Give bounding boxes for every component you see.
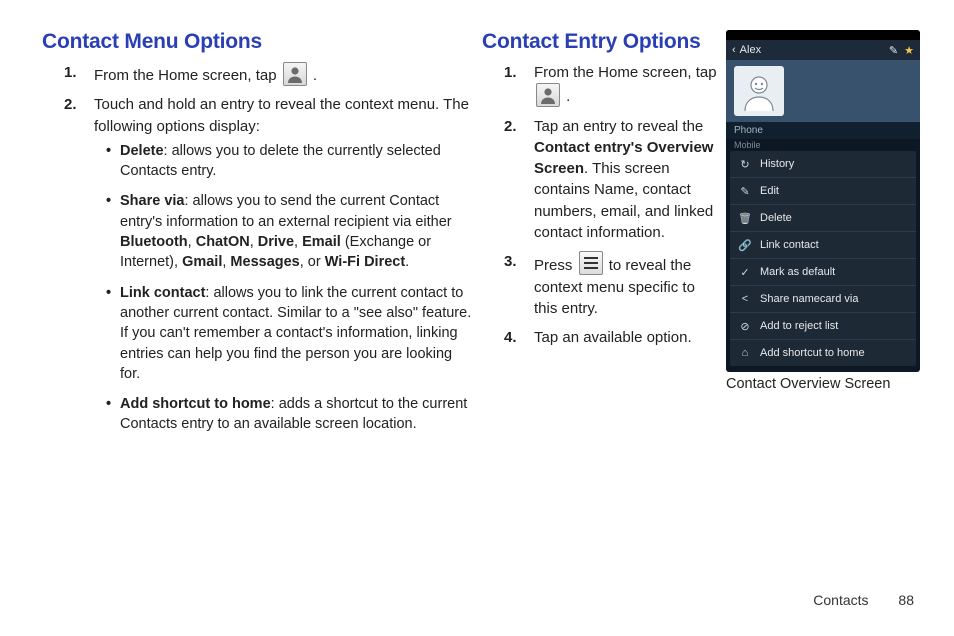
menu-item-edit[interactable]: ✎ Edit	[730, 178, 916, 205]
menu-item-delete[interactable]: 🗑 Delete	[730, 205, 916, 232]
phone-mobile-label: Mobile	[726, 139, 920, 150]
pencil-icon: ✎	[738, 184, 752, 198]
step-text: Tap an available option.	[534, 329, 692, 346]
bullet-add-shortcut: Add shortcut to home: adds a shortcut to…	[108, 394, 472, 435]
home-icon: ⌂	[738, 346, 752, 360]
right-step-4: Tap an available option.	[504, 327, 720, 348]
right-column: Contact Entry Options From the Home scre…	[482, 30, 924, 636]
bold-wifi-direct: Wi-Fi Direct	[325, 254, 405, 270]
bold-messages: Messages	[230, 254, 299, 270]
menu-item-add-reject[interactable]: ⊘ Add to reject list	[730, 313, 916, 340]
avatar	[734, 66, 784, 116]
footer-section: Contacts	[813, 592, 868, 608]
reject-icon: ⊘	[738, 319, 752, 333]
menu-label: Share namecard via	[760, 293, 858, 305]
step-text: Tap an entry to reveal the	[534, 118, 703, 135]
heading-contact-menu-options: Contact Menu Options	[42, 30, 472, 54]
bullet-link-contact: Link contact: allows you to link the cur…	[108, 283, 472, 384]
history-icon: ↻	[738, 157, 752, 171]
bullet-text: : allows you to delete the currently sel…	[120, 143, 441, 179]
menu-label: Delete	[760, 212, 792, 224]
menu-label: Add to reject list	[760, 320, 838, 332]
link-icon: 🔗	[738, 238, 752, 252]
bold-gmail: Gmail	[182, 254, 222, 270]
step-text: From the Home screen, tap	[534, 64, 717, 81]
bullet-label: Add shortcut to home	[120, 396, 271, 412]
menu-item-add-shortcut[interactable]: ⌂ Add shortcut to home	[730, 340, 916, 366]
menu-item-share-namecard[interactable]: < Share namecard via	[730, 286, 916, 313]
right-steps: From the Home screen, tap . Tap an entry…	[482, 62, 720, 357]
phone-caption: Contact Overview Screen	[726, 376, 920, 392]
contacts-icon	[283, 62, 307, 86]
right-step-3: Press to reveal the context menu specifi…	[504, 251, 720, 319]
phone-section-phone: Phone	[726, 122, 920, 139]
bold-chaton: ChatON	[196, 234, 250, 250]
menu-item-history[interactable]: ↻ History	[730, 151, 916, 178]
right-step-1: From the Home screen, tap .	[504, 62, 720, 108]
menu-icon	[579, 251, 603, 275]
menu-label: Mark as default	[760, 266, 835, 278]
step-text: From the Home screen, tap	[94, 67, 277, 84]
menu-label: Link contact	[760, 239, 819, 251]
share-icon: <	[738, 292, 752, 306]
left-step-2: Touch and hold an entry to reveal the co…	[64, 94, 472, 434]
step-text: Press	[534, 257, 572, 274]
contact-name: Alex	[740, 44, 761, 56]
bold-drive: Drive	[258, 234, 294, 250]
bullet-label: Delete	[120, 143, 164, 159]
bullet-label: Link contact	[120, 285, 205, 301]
left-steps: From the Home screen, tap . Touch and ho…	[42, 62, 472, 445]
edit-pencil-icon[interactable]: ✎	[889, 44, 898, 57]
menu-label: Add shortcut to home	[760, 347, 865, 359]
bullet-delete: Delete: allows you to delete the current…	[108, 141, 472, 182]
trash-icon: 🗑	[738, 211, 752, 225]
phone-status-bar	[726, 30, 920, 40]
page-footer: Contacts 88	[813, 592, 914, 608]
left-step-1: From the Home screen, tap .	[64, 62, 472, 86]
heading-contact-entry-options: Contact Entry Options	[482, 30, 720, 54]
favorite-star-icon[interactable]: ★	[904, 44, 914, 57]
bullet-label: Share via	[120, 193, 185, 209]
back-icon[interactable]: ‹	[732, 44, 736, 56]
phone-frame: ‹ Alex ✎ ★ Phone Mobile ↻ History	[726, 30, 920, 372]
bold-email: Email	[302, 234, 341, 250]
phone-context-menu: ↻ History ✎ Edit 🗑 Delete 🔗 Link contact ✓ Ma…	[730, 151, 916, 366]
phone-figure: ‹ Alex ✎ ★ Phone Mobile ↻ History	[726, 30, 920, 636]
contacts-icon	[536, 83, 560, 107]
right-step-2: Tap an entry to reveal the Contact entry…	[504, 116, 720, 244]
phone-avatar-row	[726, 60, 920, 122]
left-column: Contact Menu Options From the Home scree…	[42, 30, 472, 636]
footer-page-number: 88	[898, 592, 914, 608]
menu-label: History	[760, 158, 794, 170]
step-text: .	[313, 67, 317, 84]
check-icon: ✓	[738, 265, 752, 279]
phone-title-bar: ‹ Alex ✎ ★	[726, 40, 920, 60]
page: Contact Menu Options From the Home scree…	[0, 0, 954, 636]
bold-bluetooth: Bluetooth	[120, 234, 188, 250]
menu-item-link-contact[interactable]: 🔗 Link contact	[730, 232, 916, 259]
menu-label: Edit	[760, 185, 779, 197]
bullet-share-via: Share via: allows you to send the curren…	[108, 191, 472, 272]
menu-item-mark-default[interactable]: ✓ Mark as default	[730, 259, 916, 286]
step-text: .	[566, 88, 570, 105]
left-bullets: Delete: allows you to delete the current…	[94, 141, 472, 435]
step-text: Touch and hold an entry to reveal the co…	[94, 96, 469, 134]
